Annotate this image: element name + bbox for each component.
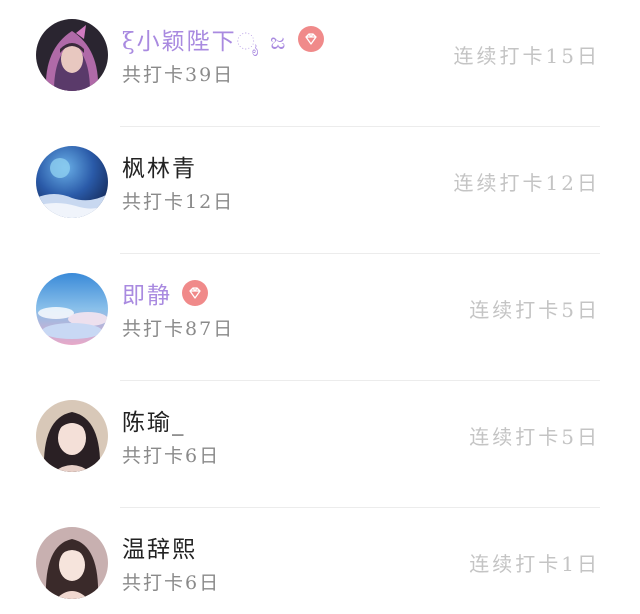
avatar-girl-portrait-2-icon — [36, 527, 108, 599]
streak-checkin: 连续打卡1日 — [469, 552, 600, 576]
avatar[interactable] — [36, 146, 108, 218]
list-item[interactable]: 枫林青 共打卡12日 连续打卡12日 — [0, 127, 640, 254]
total-checkin: 共打卡87日 — [122, 318, 235, 340]
list-item[interactable]: ξ小颖陛下ೖ ಜ 共打卡39日 连续打卡15日 — [0, 0, 640, 127]
name-line: 即静 — [122, 276, 208, 310]
total-checkin: 共打卡6日 — [122, 572, 221, 594]
member-name[interactable]: 温辞熙 — [122, 530, 197, 564]
total-checkin: 共打卡12日 — [122, 191, 235, 213]
avatar-hooded-girl-icon — [36, 19, 108, 91]
name-line: 陈瑜_ — [122, 403, 186, 437]
avatar[interactable] — [36, 19, 108, 91]
avatar-sky-clouds-icon — [36, 273, 108, 345]
vip-diamond-icon — [297, 26, 324, 52]
avatar[interactable] — [36, 527, 108, 599]
member-name[interactable]: 陈瑜_ — [122, 403, 186, 437]
list-item[interactable]: 温辞熙 共打卡6日 连续打卡1日 — [0, 508, 640, 614]
avatar[interactable] — [36, 273, 108, 345]
member-name[interactable]: 即静 — [122, 276, 172, 310]
streak-checkin: 连续打卡12日 — [453, 171, 600, 195]
streak-checkin: 连续打卡5日 — [469, 425, 600, 449]
total-checkin: 共打卡39日 — [122, 64, 235, 86]
streak-checkin: 连续打卡15日 — [453, 44, 600, 68]
avatar-girl-portrait-icon — [36, 400, 108, 472]
list-item[interactable]: 即静 共打卡87日 连续打卡5日 — [0, 254, 640, 381]
total-checkin: 共打卡6日 — [122, 445, 221, 467]
member-name[interactable]: 枫林青 — [122, 149, 197, 183]
vip-diamond-icon — [182, 280, 208, 306]
list-item[interactable]: 陈瑜_ 共打卡6日 连续打卡5日 — [0, 381, 640, 508]
streak-checkin: 连续打卡5日 — [469, 298, 600, 322]
name-line: 温辞熙 — [122, 530, 197, 564]
checkin-member-list: ξ小颖陛下ೖ ಜ 共打卡39日 连续打卡15日 枫林青 共打卡12日 连续打卡1… — [0, 0, 640, 614]
name-line: ξ小颖陛下ೖ ಜ — [122, 22, 324, 56]
avatar[interactable] — [36, 400, 108, 472]
member-name[interactable]: ξ小颖陛下ೖ ಜ — [122, 22, 288, 56]
name-line: 枫林青 — [122, 149, 197, 183]
avatar-planet-night-icon — [36, 146, 108, 218]
